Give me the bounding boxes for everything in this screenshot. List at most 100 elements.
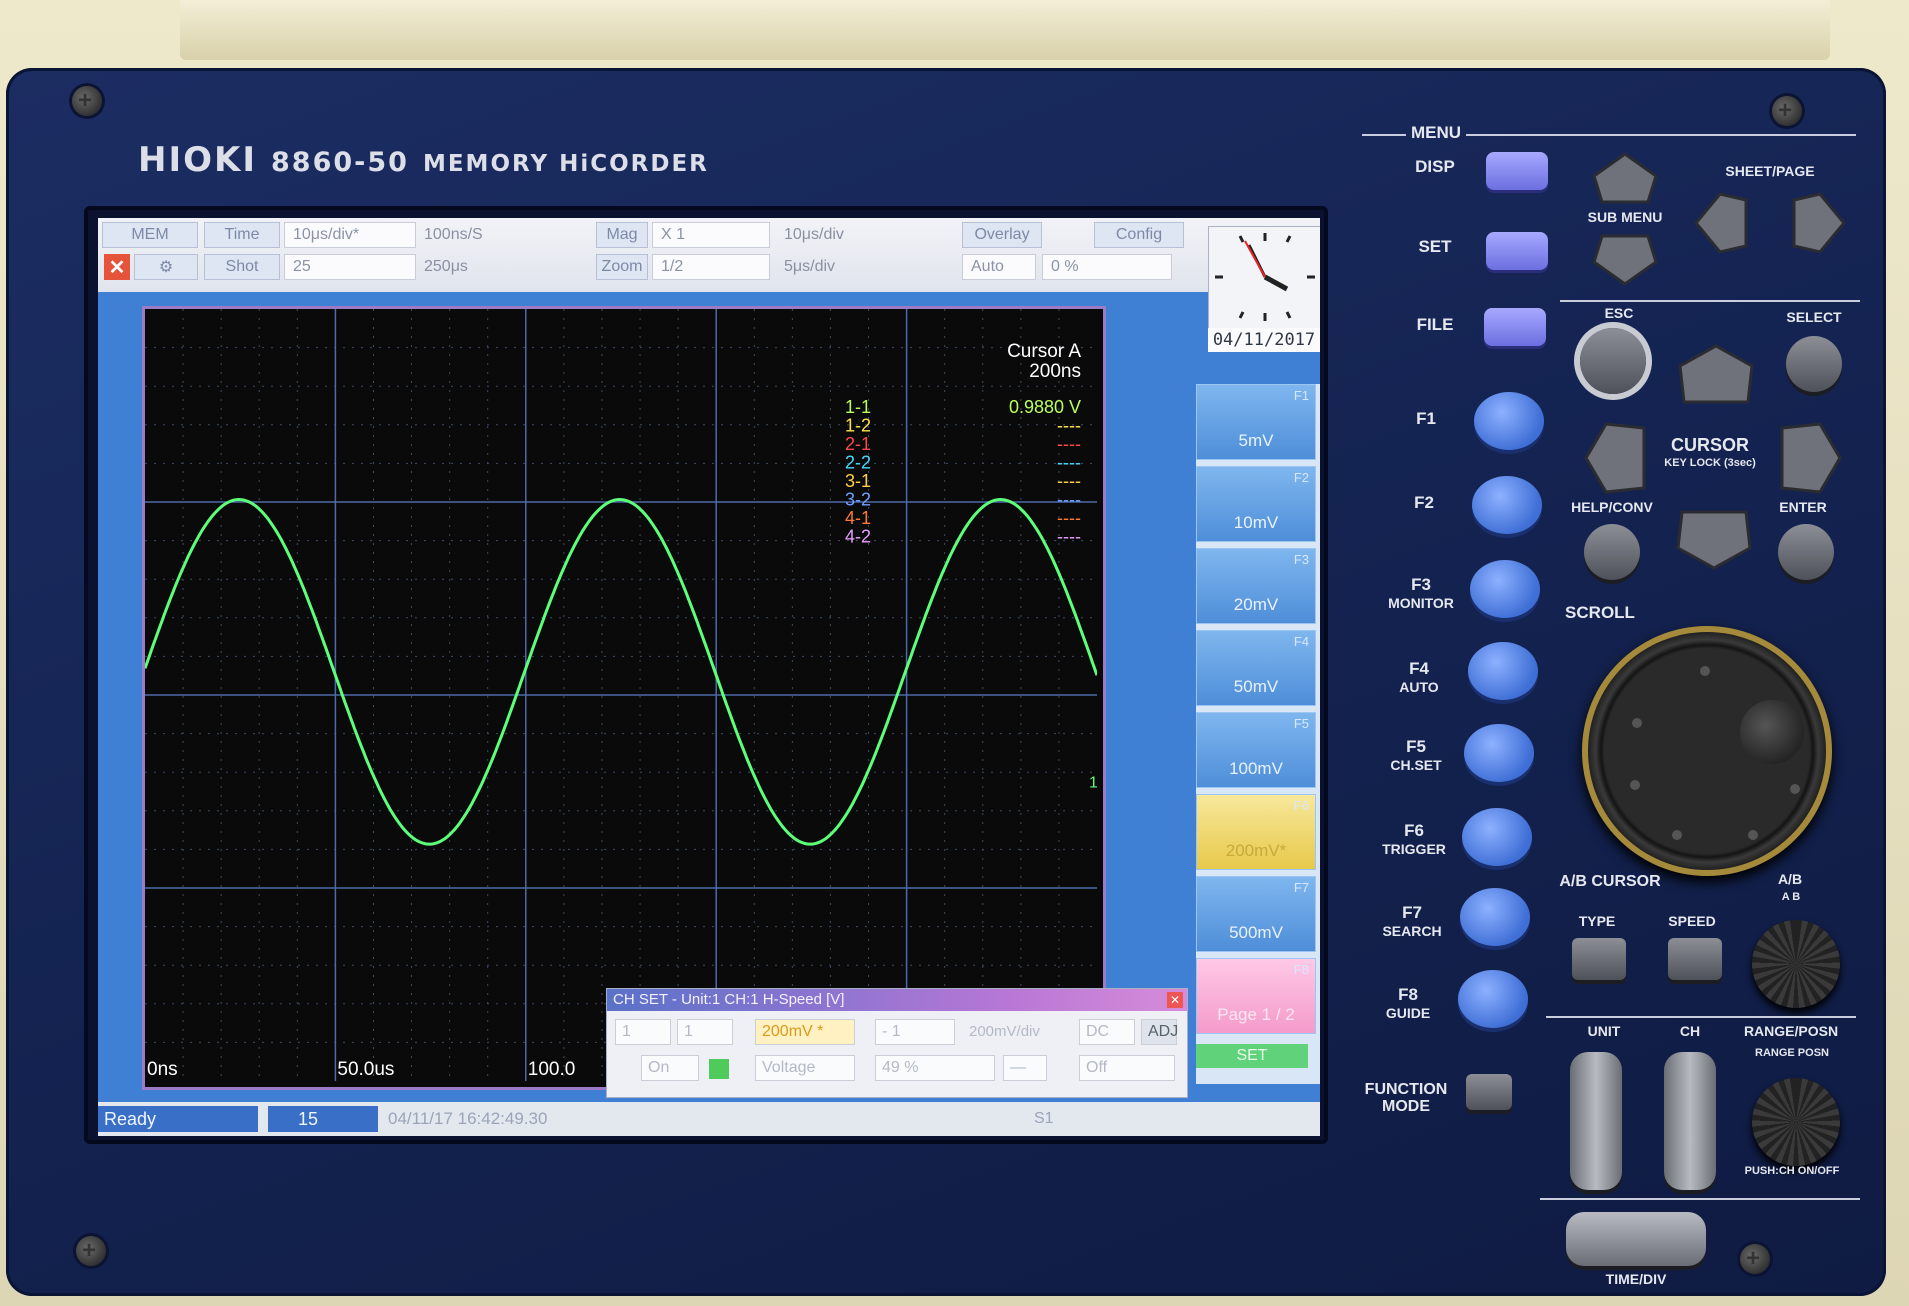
config-button[interactable]: Config [1094, 222, 1184, 248]
submenu-down-icon[interactable] [1590, 232, 1660, 288]
f3-label: F3 MONITOR [1386, 576, 1456, 612]
menu-line [1466, 134, 1856, 136]
knob-dimple [1740, 700, 1804, 764]
zoom-div: 5μs/div [784, 258, 836, 275]
f4-button[interactable] [1468, 642, 1538, 700]
mem-button[interactable]: MEM [102, 222, 198, 248]
f3-button[interactable] [1470, 560, 1540, 618]
channel-value: ---- [1057, 434, 1081, 454]
shot-label[interactable]: Shot [204, 254, 280, 280]
f2-button[interactable] [1472, 476, 1542, 534]
f7-button[interactable] [1460, 888, 1530, 946]
position-field[interactable]: 49 % [875, 1055, 995, 1081]
unit-field[interactable]: 1 [615, 1019, 671, 1045]
select-button[interactable] [1786, 336, 1842, 392]
function-key-number: F7 [1293, 880, 1309, 895]
channel-name: 1-1 [845, 397, 871, 417]
adj-button[interactable]: ADJ [1141, 1019, 1178, 1045]
sheet-left-icon[interactable] [1692, 190, 1750, 256]
x-tick-label: 50.0us [337, 1059, 394, 1080]
esc-button[interactable] [1580, 328, 1646, 394]
push-ch-label: PUSH:CH ON/OFF [1744, 1165, 1840, 1177]
cursor-up-icon[interactable] [1676, 342, 1756, 406]
casing-top-handle [180, 0, 1830, 60]
disp-label: DISP [1415, 157, 1455, 176]
overlay-button[interactable]: Overlay [962, 222, 1042, 248]
cursor-right-icon[interactable] [1778, 420, 1844, 496]
sample-rate: 100ns/S [424, 226, 483, 243]
function-key-value: 50mV [1233, 677, 1279, 696]
channel-value: ---- [1057, 527, 1081, 547]
mag-label[interactable]: Mag [596, 222, 648, 248]
file-label: FILE [1416, 315, 1454, 334]
cursor-down-icon[interactable] [1674, 508, 1754, 572]
function-key-4[interactable]: F4 50mV [1196, 630, 1316, 706]
probe-field[interactable]: - 1 [875, 1019, 955, 1045]
shot-time: 250μs [424, 258, 468, 275]
mag-div: 10μs/div [784, 226, 844, 243]
model-number: 8860-50 [271, 147, 409, 178]
dialog-close-icon[interactable]: ✕ [1167, 992, 1183, 1008]
mag-field[interactable]: X 1 [652, 222, 770, 248]
time-div-field[interactable]: 10μs/div* [284, 222, 416, 248]
time-label[interactable]: Time [204, 222, 280, 248]
channel-field[interactable]: 1 [677, 1019, 733, 1045]
ch-selector[interactable] [1664, 1052, 1716, 1190]
range-div: 200mV/div [969, 1023, 1040, 1040]
disp-button[interactable] [1486, 152, 1548, 190]
f7-label-text: F7 [1402, 903, 1422, 922]
channel-color-swatch[interactable] [709, 1059, 729, 1079]
position-stepper[interactable]: — [1003, 1055, 1047, 1081]
shot-field[interactable]: 25 [284, 254, 416, 280]
on-field[interactable]: On [641, 1055, 699, 1081]
zoom-field[interactable]: 1/2 [652, 254, 770, 280]
range-posn-knob[interactable] [1752, 1078, 1840, 1166]
cursor-left-icon[interactable] [1582, 420, 1648, 496]
settings-gear-icon[interactable]: ⚙ [134, 254, 198, 280]
f5-button[interactable] [1464, 724, 1534, 782]
set-button[interactable]: SET [1196, 1044, 1308, 1068]
file-button[interactable] [1484, 308, 1546, 346]
unit-selector[interactable] [1570, 1052, 1622, 1190]
function-key-7[interactable]: F7 500mV [1196, 876, 1316, 952]
f8-button[interactable] [1458, 970, 1528, 1028]
time-div-rocker[interactable] [1566, 1212, 1706, 1266]
channel-name: 4-1 [845, 508, 871, 528]
f6-button[interactable] [1462, 808, 1532, 866]
trigger-percent-field[interactable]: 0 % [1042, 254, 1172, 280]
help-conv-button[interactable] [1584, 524, 1640, 580]
f1-button[interactable] [1474, 392, 1544, 450]
close-icon[interactable]: ✕ [104, 254, 130, 280]
filter-field[interactable]: Off [1079, 1055, 1175, 1081]
f1-label: F1 [1416, 409, 1436, 428]
f6-label: F6 TRIGGER [1372, 822, 1456, 858]
function-mode-button[interactable] [1466, 1074, 1512, 1110]
select-label: SELECT [1786, 309, 1842, 325]
status-ready: Ready [98, 1106, 258, 1132]
trigger-mode-field[interactable]: Auto [962, 254, 1036, 280]
range-field[interactable]: 200mV * [755, 1019, 855, 1045]
set-panel-button[interactable] [1486, 232, 1548, 270]
clock-icon [1215, 233, 1315, 321]
cursor-speed-button[interactable] [1668, 938, 1722, 980]
function-key-1[interactable]: F1 5mV [1196, 384, 1316, 460]
sheet-right-icon[interactable] [1790, 190, 1848, 256]
waveform-display[interactable]: 1-1 Cursor A200ns 1-1 0.9880 V 1-2 ---- 2-1 ---… [142, 306, 1112, 1090]
function-key-number: F3 [1293, 552, 1309, 567]
cursor-type-button[interactable] [1572, 938, 1626, 980]
function-key-number: F1 [1293, 388, 1309, 403]
ab-cursor-knob[interactable] [1752, 920, 1840, 1008]
submenu-up-icon[interactable] [1590, 150, 1660, 206]
function-key-8[interactable]: F8 Page 1 / 2 [1196, 958, 1316, 1034]
function-key-6[interactable]: F6 200mV* [1196, 794, 1316, 870]
function-key-5[interactable]: F5 100mV [1196, 712, 1316, 788]
channel-value: ---- [1057, 416, 1081, 436]
mode-field[interactable]: Voltage [755, 1055, 855, 1081]
function-key-3[interactable]: F3 20mV [1196, 548, 1316, 624]
function-key-2[interactable]: F2 10mV [1196, 466, 1316, 542]
enter-button[interactable] [1778, 524, 1834, 580]
set-label: SET [1418, 237, 1452, 256]
time-div-label: TIME/DIV [1605, 1271, 1667, 1287]
coupling-field[interactable]: DC [1079, 1019, 1135, 1045]
zoom-label[interactable]: Zoom [596, 254, 648, 280]
